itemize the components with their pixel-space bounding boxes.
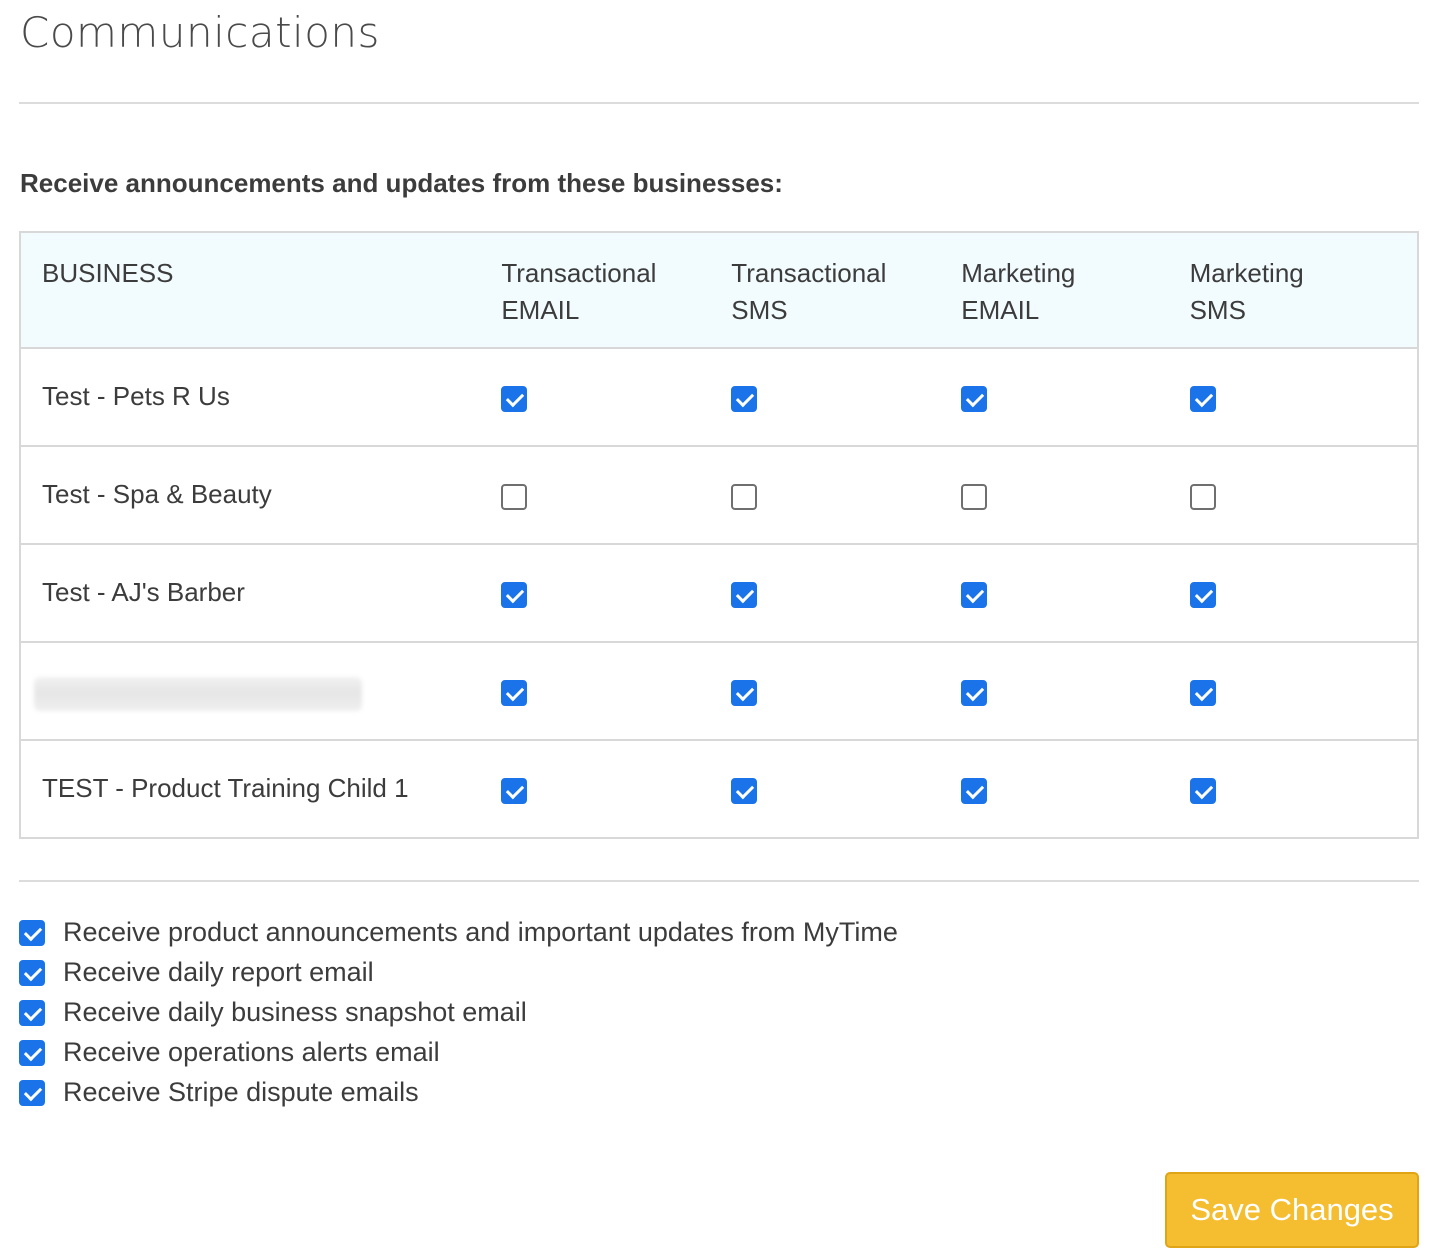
business-preferences-table: BUSINESS Transactional EMAIL Transaction…: [19, 231, 1419, 839]
notification-option[interactable]: Receive daily business snapshot email: [19, 992, 898, 1032]
checkbox-transactional-email[interactable]: [501, 778, 528, 804]
column-header-marketing-sms: Marketing SMS: [1190, 232, 1418, 348]
option-checkbox[interactable]: [19, 1080, 45, 1106]
checkbox-marketing-email[interactable]: [961, 680, 988, 706]
cell-marketing-email: [961, 446, 1189, 544]
cell-marketing-sms: [1189, 348, 1418, 446]
table-row: Test - Pets R Us: [20, 348, 1418, 446]
notification-option[interactable]: Receive product announcements and import…: [19, 912, 898, 952]
checkbox-transactional-email[interactable]: [501, 582, 528, 608]
table-row: [20, 642, 1418, 740]
table-row: Test - AJ's Barber: [20, 544, 1418, 642]
checkbox-transactional-sms[interactable]: [731, 582, 758, 608]
checkbox-transactional-email[interactable]: [501, 680, 528, 706]
cell-transactional-email: [501, 740, 731, 838]
notification-option[interactable]: Receive operations alerts email: [19, 1032, 898, 1072]
cell-transactional-sms: [731, 544, 961, 642]
option-label: Receive product announcements and import…: [63, 916, 898, 947]
table-row: TEST - Product Training Child 1: [20, 740, 1418, 838]
column-header-line: EMAIL: [501, 295, 580, 325]
checkbox-transactional-email[interactable]: [501, 386, 528, 412]
checkbox-marketing-sms[interactable]: [1189, 680, 1216, 706]
option-checkbox[interactable]: [19, 920, 45, 946]
cell-marketing-email: [961, 544, 1189, 642]
option-label: Receive daily report email: [63, 956, 374, 987]
column-header-line: Transactional: [731, 258, 887, 288]
column-header-line: Marketing: [961, 258, 1076, 288]
title-divider: [19, 102, 1419, 104]
option-checkbox[interactable]: [19, 960, 45, 986]
cell-marketing-email: [961, 348, 1189, 446]
business-name: TEST - Product Training Child 1: [42, 773, 409, 803]
checkbox-marketing-sms[interactable]: [1189, 386, 1216, 412]
cell-marketing-email: [961, 740, 1189, 838]
checkbox-transactional-sms[interactable]: [731, 386, 758, 412]
column-header-line: SMS: [731, 295, 788, 325]
checkbox-marketing-sms[interactable]: [1189, 484, 1216, 510]
cell-marketing-sms: [1189, 446, 1418, 544]
cell-transactional-email: [501, 544, 731, 642]
checkbox-marketing-email[interactable]: [961, 582, 988, 608]
table-header-row: BUSINESS Transactional EMAIL Transaction…: [20, 232, 1418, 348]
cell-transactional-email: [501, 642, 731, 740]
business-name: Test - AJ's Barber: [42, 577, 245, 607]
page-title: Communications: [20, 8, 380, 57]
cell-transactional-sms: [731, 642, 961, 740]
cell-marketing-email: [961, 642, 1189, 740]
business-name: Test - Spa & Beauty: [42, 479, 272, 509]
column-header-business: BUSINESS: [42, 258, 174, 288]
business-name: Test - Pets R Us: [42, 381, 230, 411]
option-label: Receive daily business snapshot email: [63, 996, 527, 1027]
redacted-text-blur: [34, 677, 362, 711]
options-divider: [19, 880, 1419, 882]
option-label: Receive operations alerts email: [63, 1036, 440, 1067]
checkbox-marketing-sms[interactable]: [1189, 778, 1216, 804]
checkbox-marketing-sms[interactable]: [1189, 582, 1216, 608]
cell-transactional-email: [501, 348, 731, 446]
column-header-transactional-sms: Transactional SMS: [731, 232, 961, 348]
checkbox-transactional-sms[interactable]: [731, 680, 758, 706]
checkbox-marketing-email[interactable]: [961, 386, 988, 412]
cell-transactional-sms: [731, 348, 961, 446]
cell-marketing-sms: [1189, 740, 1418, 838]
table-row: Test - Spa & Beauty: [20, 446, 1418, 544]
column-header-line: Marketing: [1189, 258, 1304, 288]
cell-transactional-sms: [731, 740, 961, 838]
cell-transactional-email: [501, 446, 731, 544]
checkbox-transactional-sms[interactable]: [731, 484, 758, 510]
option-checkbox[interactable]: [19, 1040, 45, 1066]
notification-options-list: Receive product announcements and import…: [19, 912, 898, 1112]
checkbox-transactional-sms[interactable]: [731, 778, 758, 804]
checkbox-marketing-email[interactable]: [961, 484, 988, 510]
cell-marketing-sms: [1189, 544, 1418, 642]
column-header-line: SMS: [1189, 295, 1246, 325]
column-header-line: Transactional: [501, 258, 657, 288]
cell-transactional-sms: [731, 446, 961, 544]
save-changes-button[interactable]: Save Changes: [1165, 1172, 1419, 1248]
column-header-marketing-email: Marketing EMAIL: [961, 232, 1189, 348]
businesses-section-heading: Receive announcements and updates from t…: [20, 168, 783, 198]
option-checkbox[interactable]: [19, 1000, 45, 1026]
checkbox-marketing-email[interactable]: [961, 778, 988, 804]
checkbox-transactional-email[interactable]: [501, 484, 528, 510]
cell-marketing-sms: [1189, 642, 1418, 740]
notification-option[interactable]: Receive daily report email: [19, 952, 898, 992]
column-header-transactional-email: Transactional EMAIL: [501, 232, 731, 348]
business-name-redacted: [20, 642, 501, 740]
notification-option[interactable]: Receive Stripe dispute emails: [19, 1072, 898, 1112]
column-header-line: EMAIL: [961, 295, 1040, 325]
option-label: Receive Stripe dispute emails: [63, 1076, 419, 1107]
